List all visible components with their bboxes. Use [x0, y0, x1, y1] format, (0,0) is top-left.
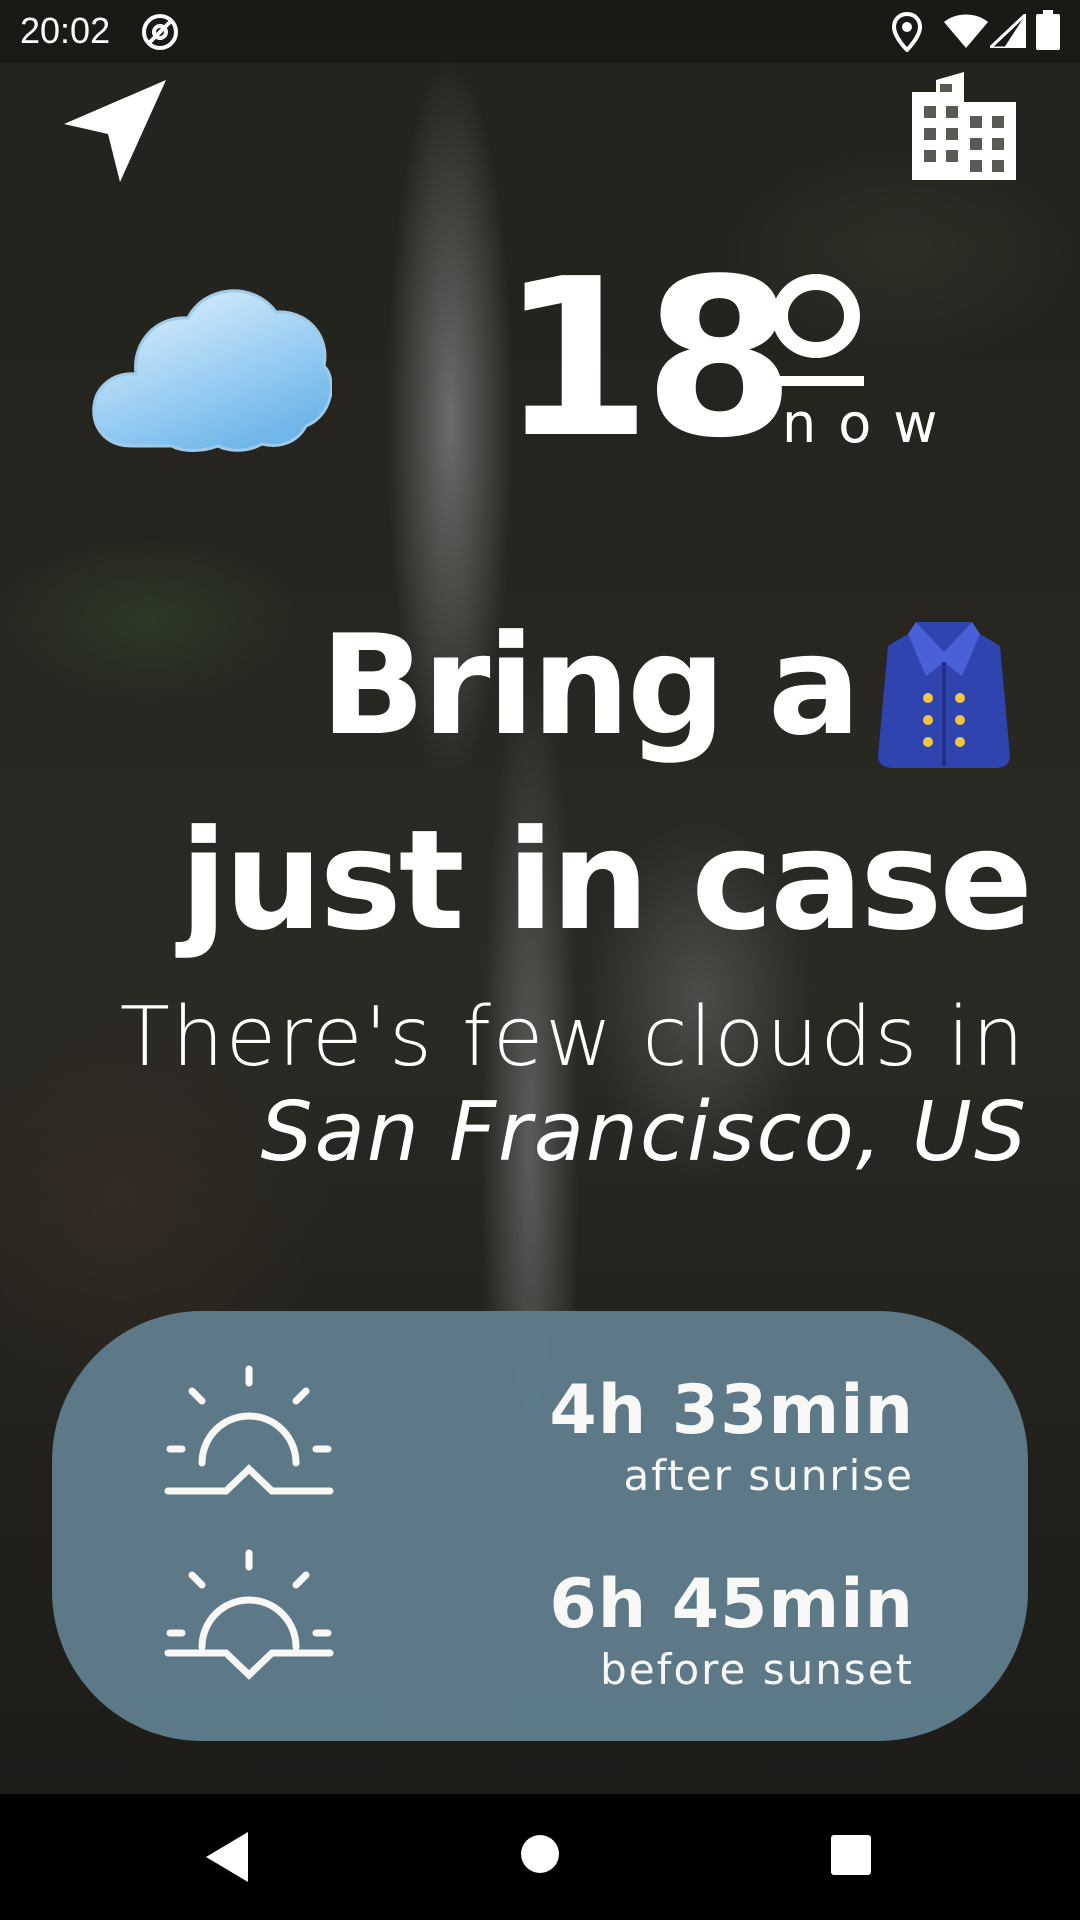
sunset-duration: 6h 45min: [549, 1565, 914, 1644]
navigation-arrow-icon[interactable]: [62, 78, 170, 184]
location-name: San Francisco, US: [260, 1085, 1028, 1180]
wifi-icon: [944, 14, 988, 48]
coat-icon: [878, 622, 1010, 768]
city-buildings-icon[interactable]: [912, 72, 1016, 180]
recents-icon[interactable]: [830, 1834, 872, 1876]
degree-underline: [772, 376, 864, 386]
at-sign-icon: [142, 14, 178, 50]
status-time: 20:02: [20, 10, 111, 51]
battery-icon: [1036, 10, 1060, 50]
system-navigation-bar: [0, 1794, 1080, 1920]
sun-times-card: 4h 33min after sunrise 6h 45min before s…: [52, 1311, 1028, 1741]
sunrise-caption: after sunrise: [623, 1451, 914, 1500]
cloud-icon: [92, 289, 332, 452]
sunrise-duration: 4h 33min: [549, 1371, 914, 1450]
weather-description: There's few clouds in: [119, 990, 1026, 1085]
temperature-value: 18: [500, 233, 795, 486]
cell-signal-icon: [990, 14, 1026, 48]
weather-screen: 20:02 18 now Bring a just in case There'…: [0, 0, 1080, 1920]
status-bar: 20:02: [0, 0, 1080, 63]
headline-line-1: Bring a: [320, 605, 861, 766]
home-icon[interactable]: [520, 1834, 560, 1874]
location-pin-icon: [892, 12, 922, 52]
degree-symbol: [772, 274, 860, 358]
sunrise-icon: [164, 1365, 334, 1495]
headline-line-2: just in case: [180, 800, 1033, 961]
sunset-icon: [164, 1549, 334, 1680]
back-icon[interactable]: [204, 1830, 250, 1884]
sunset-caption: before sunset: [600, 1645, 914, 1694]
now-label: now: [782, 392, 960, 455]
